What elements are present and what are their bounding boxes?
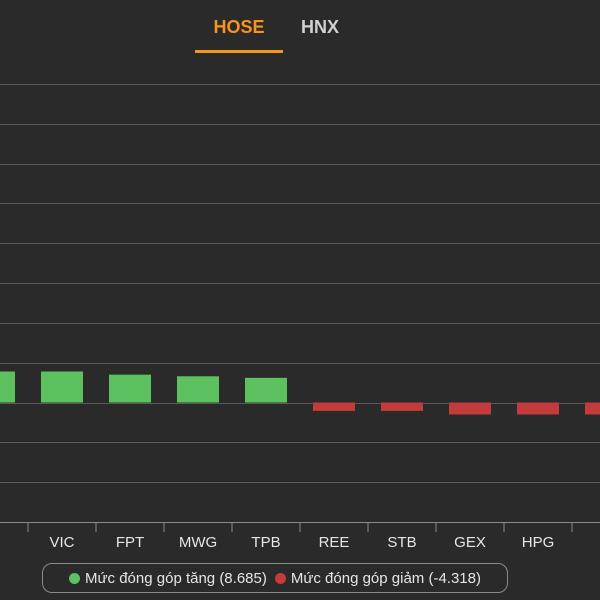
bar-hpg[interactable] [517,402,559,415]
bar-ree[interactable] [313,402,355,411]
x-tick-label: STB [387,534,416,551]
legend-item-positive[interactable]: Mức đóng góp tăng (8.685) [69,570,267,587]
bar-vic[interactable] [41,371,83,403]
chart-legend: Mức đóng góp tăng (8.685) Mức đóng góp g… [42,563,508,593]
x-tick-label: GEX [454,534,486,551]
x-tick-label: TPB [251,534,280,551]
x-tick-label: HPG [522,534,555,551]
bar-fpt[interactable] [109,374,151,403]
legend-item-negative[interactable]: Mức đóng góp giảm (-4.318) [274,569,481,587]
bar-mwg[interactable] [177,376,219,403]
x-tick-label: REE [319,534,350,551]
x-tick-label: FPT [116,534,144,551]
contribution-bar-chart: XVICFPTMWGTPBREESTBGEXHPGK [0,84,600,551]
legend-label-negative: Mức đóng góp giảm (-4.318) [290,569,481,587]
bar-tpb[interactable] [245,377,287,403]
x-tick-label: VIC [49,534,74,551]
bar-k[interactable] [585,402,600,415]
bar-stb[interactable] [381,402,423,411]
bar-gex[interactable] [449,402,491,415]
bar-x[interactable] [0,371,15,403]
x-tick-label: MWG [179,534,217,551]
legend-label-positive: Mức đóng góp tăng (8.685) [85,569,267,587]
red-dot-icon [274,572,286,584]
green-dot-icon [69,572,81,584]
